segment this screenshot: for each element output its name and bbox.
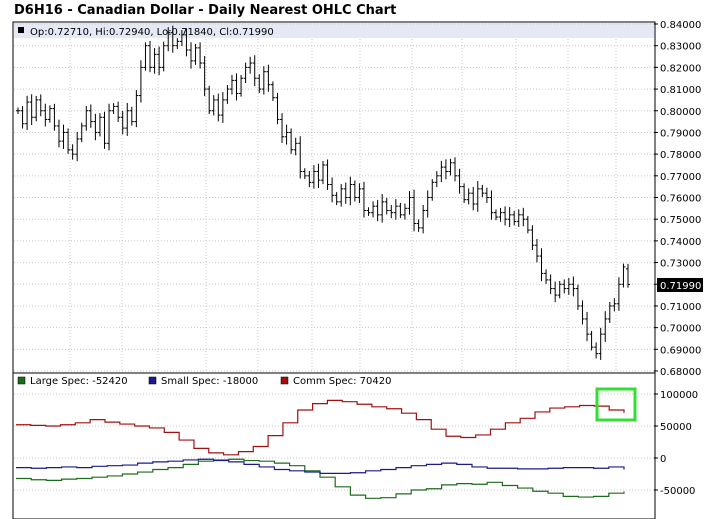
price-tick-label: 0.73000 (660, 259, 701, 270)
price-tick-label: 0.78000 (660, 150, 701, 161)
cot-legend-swatch (148, 376, 157, 385)
cot-axis: 100000 50000 0 -50000 (654, 390, 698, 497)
cot-legend-label: Large Spec: -52420 (30, 376, 128, 387)
price-tick-label: 0.74000 (660, 237, 701, 248)
cot-tick-label: 0 (660, 454, 666, 465)
ohlc-legend-marker (18, 27, 24, 33)
cot-legend: Large Spec: -52420 Small Spec: -18000 Comm… (17, 376, 391, 387)
cot-legend-swatch (17, 376, 26, 385)
price-axis: 0.84000 0.83000 0.82000 0.81000 0.80000 0.790… (654, 20, 701, 378)
chart-canvas: Op:0.72710, Hi:0.72940, Lo:0.71840, Cl:0… (12, 20, 703, 519)
price-tick-label: 0.71000 (660, 302, 701, 313)
price-tick-label: 0.75000 (660, 215, 701, 226)
cot-panel (12, 372, 656, 519)
cot-legend-label: Comm Spec: 70420 (293, 376, 391, 387)
price-tick-label: 0.77000 (660, 172, 701, 183)
price-tick-label: 0.81000 (660, 85, 701, 96)
price-tick-label: 0.76000 (660, 194, 701, 205)
cot-legend-swatch (280, 376, 289, 385)
cot-tick-label: -50000 (660, 486, 695, 497)
price-tick-label: 0.84000 (660, 20, 701, 31)
last-price-label: 0.71990 (660, 281, 701, 292)
cot-tick-label: 50000 (660, 422, 692, 433)
price-tick-label: 0.83000 (660, 42, 701, 53)
price-tick-label: 0.68000 (660, 367, 701, 378)
cot-legend-label: Small Spec: -18000 (161, 376, 258, 387)
price-tick-label: 0.82000 (660, 63, 701, 74)
price-panel (12, 21, 656, 374)
price-tick-label: 0.70000 (660, 324, 701, 335)
price-tick-label: 0.79000 (660, 128, 701, 139)
price-tick-label: 0.80000 (660, 107, 701, 118)
price-tick-label: 0.69000 (660, 345, 701, 356)
ohlc-legend: Op:0.72710, Hi:0.72940, Lo:0.71840, Cl:0… (30, 27, 274, 38)
cot-tick-label: 100000 (660, 390, 698, 401)
